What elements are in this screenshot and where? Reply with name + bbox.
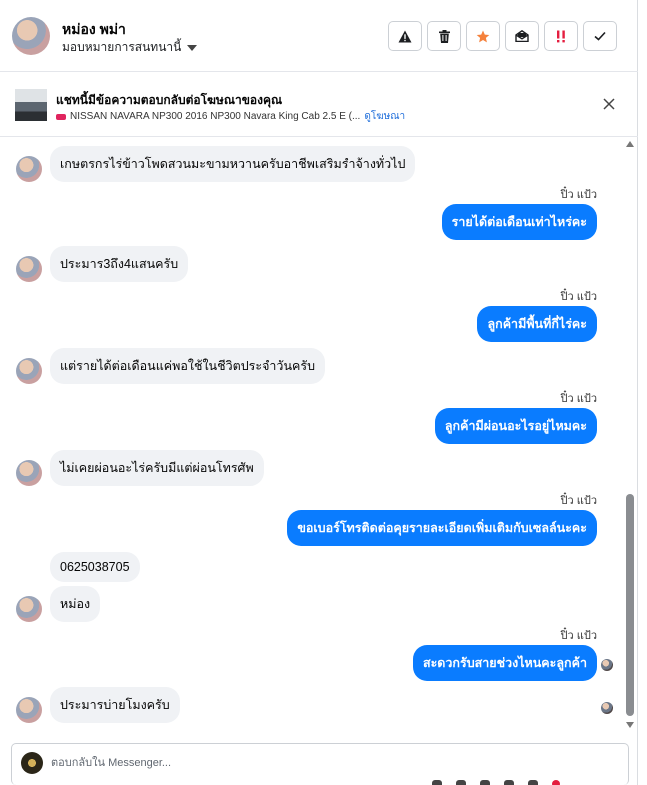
composer-tool-icon[interactable] xyxy=(432,780,442,785)
sender-name: ปิ๋ว แป้ว xyxy=(560,630,597,642)
message-row-incoming: 0625038705 xyxy=(16,552,140,582)
message-row-incoming: ประมาร3ถึง4แสนครับ xyxy=(16,246,189,282)
message-bubble-outgoing[interactable]: ลูกค้ามีผ่อนอะไรอยู่ไหมคะ xyxy=(434,408,597,444)
message-row-incoming: หม่อง xyxy=(16,586,101,622)
message-bubble-outgoing[interactable]: ขอเบอร์โทรติดต่อคุยรายละเอียดเพิ่มเติมกั… xyxy=(287,510,597,546)
sender-name: ปิ๋ว แป้ว xyxy=(560,189,597,201)
message-bubble-incoming[interactable]: ไม่เคยผ่อนอะไร่ครับมีแต่ผ่อนโทรศัพ xyxy=(50,450,264,486)
message-bubble-outgoing[interactable]: สะดวกรับสายช่วงไหนคะลูกค้า xyxy=(412,645,597,681)
report-spam-button[interactable] xyxy=(388,21,422,51)
composer-tools xyxy=(432,780,560,785)
contact-avatar[interactable] xyxy=(16,156,42,182)
close-icon[interactable] xyxy=(602,97,616,111)
mark-unread-icon xyxy=(515,30,529,42)
composer-tool-icon[interactable] xyxy=(456,780,466,785)
contact-avatar[interactable] xyxy=(16,697,42,723)
message-row-incoming: ประมารบ่ายโมงครับ xyxy=(16,687,180,723)
car-icon xyxy=(56,113,66,120)
message-bubble-incoming[interactable]: ประมารบ่ายโมงครับ xyxy=(50,687,180,723)
sender-name: ปิ๋ว แป้ว xyxy=(560,291,597,303)
conversation-toolbar xyxy=(388,21,617,51)
caret-down-icon xyxy=(187,44,198,51)
reply-input[interactable] xyxy=(51,752,451,774)
page-avatar xyxy=(21,752,43,774)
message-row-incoming: เกษตรกรไร่ข้าวโพดสวนมะขามหวานครับอาชีพเส… xyxy=(16,146,416,182)
composer-tool-icon[interactable] xyxy=(552,780,560,785)
reply-composer xyxy=(11,743,629,785)
contact-avatar[interactable] xyxy=(12,17,50,55)
message-bubble-incoming[interactable]: เกษตรกรไร่ข้าวโพดสวนมะขามหวานครับอาชีพเส… xyxy=(50,146,416,182)
assign-label: มอบหมายการสนทนานี้ xyxy=(62,40,182,54)
message-bubble-incoming[interactable]: แต่รายได้ต่อเดือนแค่พอใช้ในชีวิตประจำวัน… xyxy=(50,348,326,384)
message-bubble-outgoing[interactable]: รายได้ต่อเดือนเท่าไหร่คะ xyxy=(441,204,597,240)
contact-avatar[interactable] xyxy=(16,596,42,622)
trash-icon xyxy=(438,29,450,43)
conversation-panel: หม่อง พม่า มอบหมายการสนทนานี้ แชทนี้มีข้… xyxy=(0,0,638,785)
message-row-incoming: แต่รายได้ต่อเดือนแค่พอใช้ในชีวิตประจำวัน… xyxy=(16,348,326,384)
sender-name: ปิ๋ว แป้ว xyxy=(560,393,597,405)
delete-button[interactable] xyxy=(427,21,461,51)
conversation-header: หม่อง พม่า มอบหมายการสนทนานี้ xyxy=(0,0,638,72)
ad-banner-title: แชทนี้มีข้อความตอบกลับต่อโฆษณาของคุณ xyxy=(56,93,283,107)
composer-tool-icon[interactable] xyxy=(480,780,490,785)
priority-icon xyxy=(557,30,565,42)
mark-unread-button[interactable] xyxy=(505,21,539,51)
star-button[interactable] xyxy=(466,21,500,51)
message-bubble-incoming[interactable]: ประมาร3ถึง4แสนครับ xyxy=(50,246,189,282)
scroll-down-arrow-icon[interactable] xyxy=(626,722,634,728)
scroll-up-arrow-icon[interactable] xyxy=(626,141,634,147)
message-bubble-incoming[interactable]: 0625038705 xyxy=(50,552,140,582)
sender-name: ปิ๋ว แป้ว xyxy=(560,495,597,507)
ad-thumbnail[interactable] xyxy=(15,89,47,121)
mark-done-button[interactable] xyxy=(583,21,617,51)
seen-indicator-avatar xyxy=(601,702,613,714)
message-thread[interactable]: เกษตรกรไร่ข้าวโพดสวนมะขามหวานครับอาชีพเส… xyxy=(0,138,622,734)
seen-indicator-avatar xyxy=(601,659,613,671)
checkmark-icon xyxy=(594,31,606,41)
message-bubble-outgoing[interactable]: ลูกค้ามีพื้นที่กี่ไร่คะ xyxy=(477,306,597,342)
mark-priority-button[interactable] xyxy=(544,21,578,51)
composer-tool-icon[interactable] xyxy=(528,780,538,785)
contact-avatar[interactable] xyxy=(16,358,42,384)
composer-tool-icon[interactable] xyxy=(504,780,514,785)
view-ad-link[interactable]: ดูโฆษณา xyxy=(364,109,405,124)
ad-name: NISSAN NAVARA NP300 2016 NP300 Navara Ki… xyxy=(70,111,361,122)
scrollbar-thumb[interactable] xyxy=(626,494,634,716)
contact-avatar[interactable] xyxy=(16,256,42,282)
assign-conversation-dropdown[interactable]: มอบหมายการสนทนานี้ xyxy=(62,38,198,57)
message-row-incoming: ไม่เคยผ่อนอะไร่ครับมีแต่ผ่อนโทรศัพ xyxy=(16,450,264,486)
warning-icon xyxy=(398,30,412,42)
message-bubble-incoming[interactable]: หม่อง xyxy=(50,586,101,622)
ad-banner-subtitle: NISSAN NAVARA NP300 2016 NP300 Navara Ki… xyxy=(56,109,405,124)
ad-reply-banner: แชทนี้มีข้อความตอบกลับต่อโฆษณาของคุณ NIS… xyxy=(0,73,638,137)
star-icon xyxy=(476,30,490,42)
contact-avatar[interactable] xyxy=(16,460,42,486)
